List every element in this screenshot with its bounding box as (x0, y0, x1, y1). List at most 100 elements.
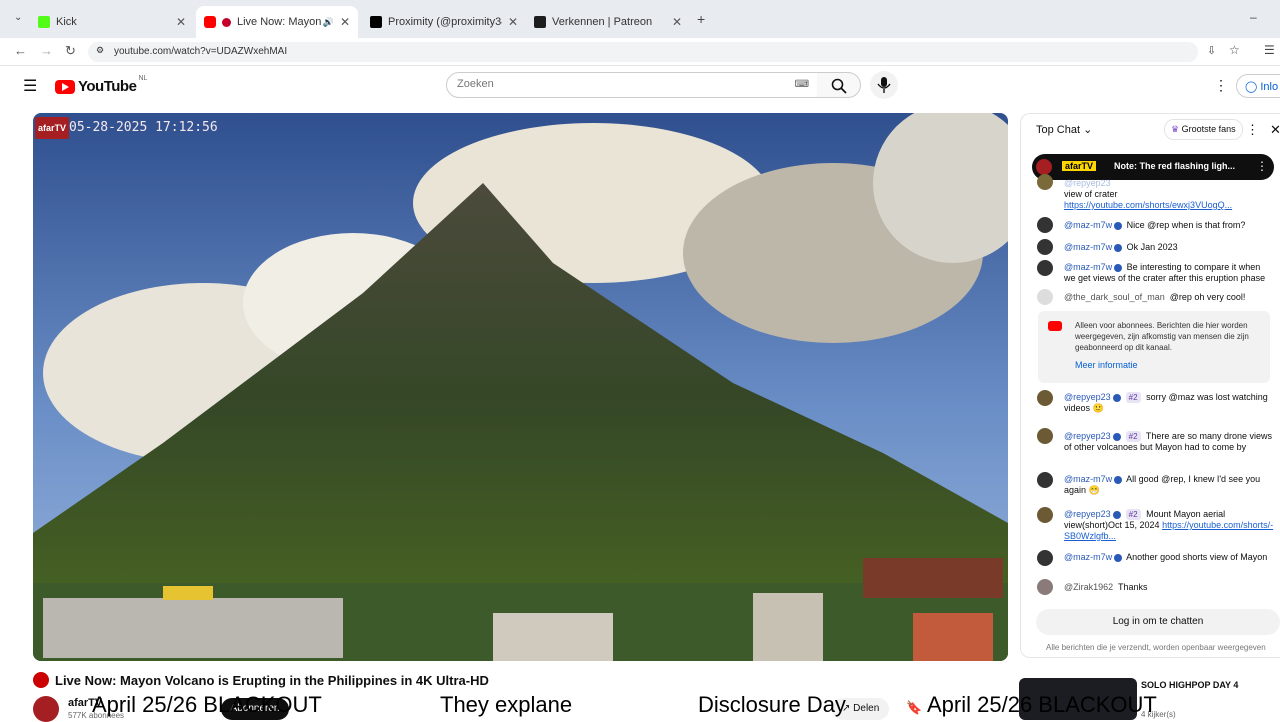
browser-tab-bar: ⌄ Kick ✕ Live Now: Mayon Volca 🔊 ✕ Proxi… (0, 0, 1280, 38)
search-placeholder: Zoeken (457, 78, 494, 90)
minimize-window-icon[interactable]: – (1250, 10, 1257, 24)
bookmark-star-icon[interactable]: ☆ (1229, 43, 1240, 57)
avatar (1037, 217, 1053, 233)
search-button[interactable] (817, 72, 861, 98)
signin-button[interactable]: ◯ Inlo (1236, 74, 1280, 98)
tab-youtube[interactable]: Live Now: Mayon Volca 🔊 ✕ (196, 6, 358, 38)
message-text: Thanks (1118, 582, 1148, 592)
chat-mode-dropdown[interactable]: Top Chat ⌄ (1036, 123, 1092, 136)
chat-message: @maz-m7w All good @rep, I knew I'd see y… (1064, 474, 1274, 496)
tab-x[interactable]: Proximity (@proximity34) / X ✕ (362, 6, 526, 38)
author-name[interactable]: @maz-m7w (1064, 220, 1112, 230)
region-code: NL (138, 75, 148, 82)
close-tab-icon[interactable]: ✕ (340, 15, 350, 29)
message-text: view of crater (1064, 189, 1118, 199)
install-app-icon[interactable]: ⇩ (1207, 44, 1216, 57)
recording-dot-icon (222, 17, 231, 27)
pinned-author: afarTV (1062, 161, 1097, 171)
signin-label: Inlo (1260, 81, 1279, 93)
author-name[interactable]: @maz-m7w (1064, 242, 1112, 252)
members-only-notice: Alleen voor abonnees. Berichten die hier… (1038, 311, 1270, 383)
url-field[interactable]: ⚙ youtube.com/watch?v=UDAZWxehMAI (88, 42, 1198, 62)
grinning-emoji-icon: 😁 (1088, 485, 1100, 495)
overlay-caption: They explane (440, 692, 573, 717)
tab-list-dropdown-icon[interactable]: ⌄ (14, 12, 22, 23)
tab-title: Kick (56, 16, 77, 28)
close-chat-icon[interactable]: ✕ (1270, 122, 1280, 138)
youtube-play-icon (1048, 321, 1062, 331)
chat-message: @repyep23 #2 Mount Mayon aerial view(shor… (1064, 509, 1274, 542)
youtube-favicon-icon (204, 16, 216, 28)
tab-title: Live Now: Mayon Volca (237, 16, 323, 28)
slightly-smiling-emoji-icon: 🙂 (1092, 403, 1104, 413)
chat-options-icon[interactable]: ⋮ (1246, 122, 1259, 138)
share-label: Delen (853, 703, 880, 714)
author-name[interactable]: @maz-m7w (1064, 474, 1112, 484)
rank-badge: #2 (1125, 431, 1141, 442)
close-tab-icon[interactable]: ✕ (672, 15, 682, 29)
author-name[interactable]: @maz-m7w (1064, 552, 1112, 562)
close-tab-icon[interactable]: ✕ (176, 15, 186, 29)
back-arrow-icon[interactable]: ← (14, 43, 27, 58)
reload-icon[interactable]: ↻ (65, 43, 76, 59)
verified-badge-icon (1112, 393, 1121, 402)
chevron-down-icon: ⌄ (1083, 124, 1093, 136)
kick-favicon-icon (38, 16, 50, 28)
tab-title: Verkennen | Patreon (552, 16, 653, 28)
save-bookmark-icon[interactable]: 🔖 (906, 700, 922, 716)
author-name[interactable]: @repyep23 (1064, 392, 1111, 402)
voice-search-button[interactable] (870, 71, 898, 99)
author-name[interactable]: @repyep23 (1064, 178, 1111, 188)
author-name[interactable]: @Zirak1962 (1064, 582, 1113, 592)
search-input[interactable]: Zoeken ⌨ (446, 72, 818, 98)
youtube-logo[interactable]: YouTube NL (55, 75, 148, 95)
author-name[interactable]: @repyep23 (1064, 431, 1111, 441)
verified-badge-icon (1114, 243, 1123, 252)
channel-watermark: afarTV (35, 117, 70, 139)
live-indicator-icon (33, 672, 49, 688)
tab-patreon[interactable]: Verkennen | Patreon ✕ (526, 6, 690, 38)
rank-badge: #2 (1125, 509, 1141, 520)
chat-message: @repyep23 #2 There are so many drone view… (1064, 431, 1274, 453)
recommended-title[interactable]: SOLO HIGHPOP DAY 4 (1141, 680, 1238, 690)
members-notice-text: Alleen voor abonnees. Berichten die hier… (1075, 321, 1249, 352)
pinned-message-banner[interactable]: afarTV Note: The red flashing ligh... ⋮ (1032, 154, 1274, 180)
audio-playing-icon[interactable]: 🔊 (323, 17, 334, 28)
author-name[interactable]: @maz-m7w (1064, 262, 1112, 272)
channel-avatar[interactable] (33, 696, 59, 722)
verified-badge-icon (1114, 221, 1123, 230)
top-fans-button[interactable]: ♛ Grootste fans (1164, 119, 1243, 140)
channel-avatar (1036, 159, 1052, 175)
more-options-icon[interactable]: ⋮ (1214, 77, 1228, 94)
volcano-video-frame (33, 113, 1008, 661)
video-player[interactable]: afarTV 05-28-2025 17:12:56 (33, 113, 1008, 661)
avatar (1037, 260, 1053, 276)
chat-mode-label: Top Chat (1036, 124, 1081, 136)
chat-message: @the_dark_soul_of_man @rep oh very cool! (1064, 292, 1274, 303)
pinned-options-icon[interactable]: ⋮ (1256, 159, 1268, 173)
chat-message: @maz-m7w Ok Jan 2023 (1064, 242, 1274, 253)
site-info-icon[interactable]: ⚙ (96, 45, 104, 56)
message-text: Nice @rep when is that from? (1126, 220, 1246, 230)
message-text: Ok Jan 2023 (1126, 242, 1178, 252)
overlay-caption: Disclosure Day (698, 692, 846, 717)
more-info-link[interactable]: Meer informatie (1075, 360, 1138, 370)
chat-message: @maz-m7w Another good shorts view of May… (1064, 552, 1274, 563)
chat-message: @Zirak1962 Thanks (1064, 582, 1274, 593)
chat-message: @maz-m7w Nice @rep when is that from? (1064, 220, 1274, 231)
close-tab-icon[interactable]: ✕ (508, 15, 518, 29)
message-link[interactable]: https://youtube.com/shorts/ewxj3VUogQ... (1064, 200, 1232, 210)
patreon-favicon-icon (534, 16, 546, 28)
avatar (1037, 390, 1053, 406)
new-tab-icon[interactable]: + (697, 11, 705, 27)
tab-kick[interactable]: Kick ✕ (30, 6, 194, 38)
author-name[interactable]: @the_dark_soul_of_man (1064, 292, 1165, 302)
reading-list-icon[interactable]: ☰ (1264, 43, 1275, 57)
author-name[interactable]: @repyep23 (1064, 509, 1111, 519)
login-to-chat-button[interactable]: Log in om te chatten (1036, 609, 1280, 635)
hamburger-menu-icon[interactable]: ☰ (23, 76, 37, 96)
forward-arrow-icon[interactable]: → (40, 43, 53, 58)
avatar (1037, 239, 1053, 255)
keyboard-icon[interactable]: ⌨ (795, 79, 809, 90)
verified-badge-icon (1114, 475, 1123, 484)
